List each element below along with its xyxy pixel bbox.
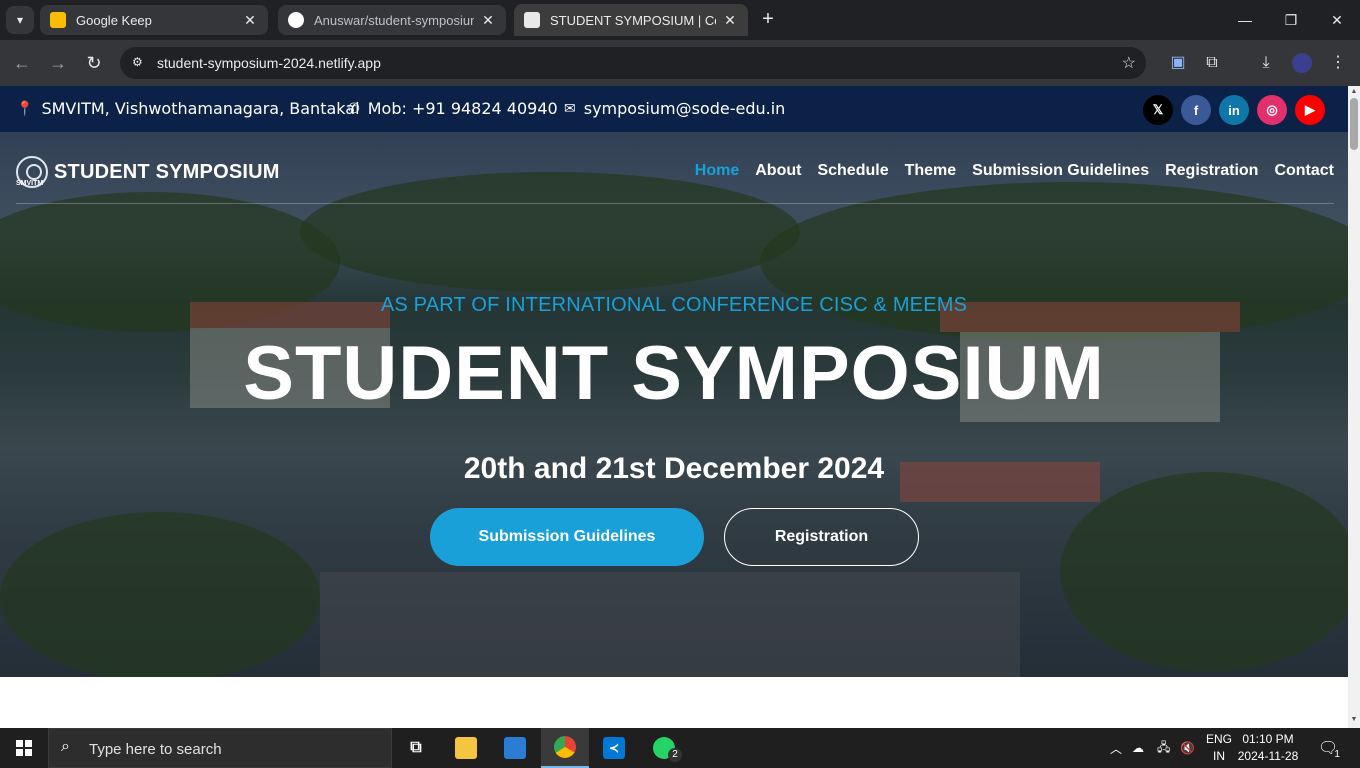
submission-guidelines-button[interactable]: Submission Guidelines: [430, 508, 704, 566]
scrollbar-thumb[interactable]: [1350, 98, 1358, 150]
task-view-icon[interactable]: ⧉: [392, 728, 440, 768]
nav-about[interactable]: About: [755, 162, 801, 180]
nav-theme[interactable]: Theme: [905, 162, 957, 180]
registration-button[interactable]: Registration: [724, 508, 919, 566]
instagram-icon[interactable]: ◎: [1257, 95, 1287, 125]
kicker-conference-name: CISC & MEEMS: [819, 294, 968, 316]
web-page: 📍 SMVITM, Vishwothamanagara, Bantakal ✆ …: [0, 86, 1348, 728]
chrome-taskbar-icon[interactable]: [541, 728, 589, 768]
microsoft-store-icon[interactable]: [491, 728, 539, 768]
whatsapp-badge: 2: [668, 748, 682, 762]
nav-registration[interactable]: Registration: [1165, 162, 1258, 180]
reload-icon[interactable]: ↻: [82, 51, 106, 75]
address-text: SMVITM, Vishwothamanagara, Bantakal: [41, 99, 360, 118]
bookmark-star-icon[interactable]: ☆: [1122, 53, 1136, 73]
whatsapp-icon[interactable]: 2: [640, 728, 688, 768]
main-navigation: Home About Schedule Theme Submission Gui…: [695, 162, 1334, 180]
email-text[interactable]: symposium@sode-edu.in: [584, 99, 786, 118]
onedrive-cloud-icon[interactable]: ☁: [1132, 728, 1144, 768]
show-hidden-icons-chevron-icon[interactable]: ︿: [1110, 728, 1122, 768]
site-brand[interactable]: STUDENT SYMPOSIUM: [16, 156, 280, 188]
notification-center-icon[interactable]: 🗨 1: [1318, 728, 1348, 768]
google-keep-favicon-icon: [50, 12, 66, 28]
close-tab-icon[interactable]: ✕: [242, 12, 258, 29]
background-trees: [300, 172, 800, 292]
envelope-icon: ✉: [564, 100, 576, 117]
phone-icon: ✆: [348, 100, 360, 117]
close-tab-icon[interactable]: ✕: [480, 12, 496, 29]
file-explorer-icon[interactable]: [442, 728, 490, 768]
language-code: ENG: [1205, 732, 1232, 746]
url-text[interactable]: student-symposium-2024.netlify.app: [157, 55, 381, 71]
facebook-icon[interactable]: f: [1181, 95, 1211, 125]
download-icon[interactable]: ⤓: [1254, 51, 1278, 75]
search-placeholder[interactable]: Type here to search: [89, 741, 222, 758]
hero-dates: 20th and 21st December 2024: [463, 452, 885, 485]
contact-topbar: 📍 SMVITM, Vishwothamanagara, Bantakal ✆ …: [0, 86, 1348, 132]
system-clock[interactable]: 01:10 PM 2024-11-28: [1236, 731, 1300, 765]
windows-start-icon[interactable]: [0, 728, 48, 768]
github-favicon-icon: [288, 12, 304, 28]
linkedin-icon[interactable]: in: [1219, 95, 1249, 125]
tab-title: Google Keep: [76, 12, 152, 28]
language-indicator[interactable]: ENG IN: [1204, 731, 1234, 765]
extensions-puzzle-icon[interactable]: ⧉: [1200, 51, 1224, 75]
logo-caption: SMVITM: [16, 180, 44, 187]
notification-count: 1: [1332, 748, 1342, 760]
browser-tab-strip: ▾ Google Keep ✕ Anuswar/student-symposiu…: [0, 0, 1360, 40]
tab-groups-icon[interactable]: ▣: [1166, 51, 1190, 75]
nav-divider: [16, 203, 1334, 204]
youtube-icon[interactable]: ▶: [1295, 95, 1325, 125]
search-icon: ⌕: [61, 738, 70, 755]
taskbar-search-box[interactable]: ⌕ Type here to search: [48, 728, 392, 768]
restore-icon[interactable]: ❐: [1268, 0, 1314, 40]
windows-taskbar: ⌕ Type here to search ⧉ ≺ 2 ︿ ☁ 🖧 🔇 ENG …: [0, 728, 1360, 768]
page-scrollbar[interactable]: ▲ ▼: [1348, 86, 1360, 728]
browser-toolbar: ← → ↻ ⚙ student-symposium-2024.netlify.a…: [0, 40, 1360, 86]
vscode-icon[interactable]: ≺: [590, 728, 638, 768]
volume-muted-icon[interactable]: 🔇: [1180, 728, 1195, 768]
scroll-down-arrow-icon[interactable]: ▼: [1350, 716, 1358, 724]
nav-home[interactable]: Home: [695, 162, 739, 180]
site-info-icon[interactable]: ⚙: [132, 55, 148, 71]
nav-contact[interactable]: Contact: [1274, 162, 1334, 180]
clock-date: 2024-11-28: [1237, 749, 1299, 763]
background-trees: [0, 512, 320, 677]
nav-submission-guidelines[interactable]: Submission Guidelines: [972, 162, 1149, 180]
background-road: [320, 572, 1020, 677]
tab-title: Anuswar/student-symposium-2: [314, 12, 474, 28]
tab-search-chevron-icon[interactable]: ▾: [6, 6, 34, 34]
hero-kicker: AS PART OF INTERNATIONAL CONFERENCE CISC…: [0, 294, 1348, 317]
symposium-favicon-icon: [524, 12, 540, 28]
region-code: IN: [1213, 749, 1225, 763]
clock-time: 01:10 PM: [1242, 732, 1294, 746]
new-tab-plus-icon[interactable]: +: [756, 8, 780, 32]
network-icon[interactable]: 🖧: [1157, 728, 1170, 768]
browser-menu-kebab-icon[interactable]: ⋮: [1326, 51, 1350, 75]
background-trees: [1060, 472, 1348, 672]
brand-name: STUDENT SYMPOSIUM: [54, 160, 280, 183]
close-window-icon[interactable]: ✕: [1314, 0, 1360, 40]
nav-schedule[interactable]: Schedule: [817, 162, 888, 180]
kicker-prefix: AS PART OF INTERNATIONAL CONFERENCE: [380, 294, 820, 316]
scroll-up-arrow-icon[interactable]: ▲: [1350, 88, 1358, 96]
tab-title: STUDENT SYMPOSIUM | Comp: [550, 12, 716, 28]
forward-arrow-icon[interactable]: →: [46, 51, 70, 75]
minimize-icon[interactable]: —: [1222, 0, 1268, 40]
profile-avatar-icon[interactable]: [1290, 51, 1314, 75]
phone-text: Mob: +91 94824 40940: [367, 99, 558, 118]
email-info: ✉ symposium@sode-edu.in: [564, 99, 785, 118]
hero-title: STUDENT SYMPOSIUM: [243, 331, 1105, 416]
back-arrow-icon[interactable]: ←: [10, 51, 34, 75]
browser-tab-google-keep[interactable]: Google Keep ✕: [40, 5, 268, 35]
close-tab-icon[interactable]: ✕: [722, 12, 738, 29]
address-info: 📍 SMVITM, Vishwothamanagara, Bantakal: [16, 99, 360, 118]
twitter-icon[interactable]: 𝕏: [1143, 95, 1173, 125]
address-bar[interactable]: ⚙ student-symposium-2024.netlify.app ☆: [120, 47, 1146, 79]
phone-info: ✆ Mob: +91 94824 40940: [348, 99, 558, 118]
browser-tab-github[interactable]: Anuswar/student-symposium-2 ✕: [278, 5, 506, 35]
hero-section: STUDENT SYMPOSIUM SMVITM Home About Sche…: [0, 132, 1348, 677]
browser-tab-student-symposium[interactable]: STUDENT SYMPOSIUM | Comp ✕: [514, 4, 748, 36]
map-pin-icon: 📍: [16, 100, 34, 117]
